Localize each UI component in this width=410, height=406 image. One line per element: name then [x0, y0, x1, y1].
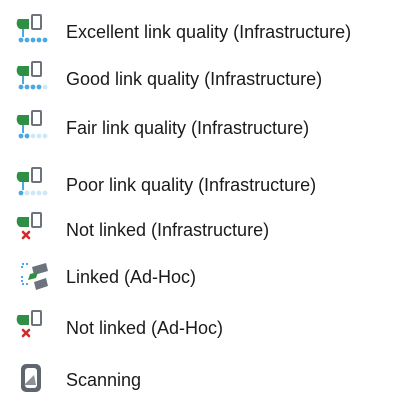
legend-label: Not linked (Ad-Hoc) — [66, 318, 224, 338]
legend-label: Good link quality (Infrastructure) — [66, 69, 323, 89]
legend-row-linked-ad-hoc: Linked (Ad-Hoc) — [0, 254, 410, 300]
legend-label: Linked (Ad-Hoc) — [66, 267, 197, 287]
legend-label: Not linked (Infrastructure) — [66, 220, 270, 240]
legend-label: Scanning — [66, 370, 142, 390]
linked-ad-hoc-icon — [12, 254, 52, 300]
scanning-icon — [12, 357, 52, 403]
good-link-quality-infrastructure-icon — [12, 56, 52, 102]
legend-row-good-link-quality-infrastructure: Good link quality (Infrastructure) — [0, 56, 410, 102]
legend-label: Fair link quality (Infrastructure) — [66, 118, 310, 138]
wireless-status-legend: Excellent link quality (Infrastructure) … — [0, 0, 410, 406]
legend-label: Excellent link quality (Infrastructure) — [66, 22, 352, 42]
legend-row-excellent-link-quality-infrastructure: Excellent link quality (Infrastructure) — [0, 9, 410, 55]
poor-link-quality-infrastructure-icon — [12, 162, 52, 208]
legend-row-scanning: Scanning — [0, 357, 410, 403]
not-linked-infrastructure-icon — [12, 207, 52, 253]
legend-label: Poor link quality (Infrastructure) — [66, 175, 317, 195]
legend-row-not-linked-ad-hoc: Not linked (Ad-Hoc) — [0, 305, 410, 351]
legend-row-poor-link-quality-infrastructure: Poor link quality (Infrastructure) — [0, 162, 410, 208]
excellent-link-quality-infrastructure-icon — [12, 9, 52, 55]
legend-row-not-linked-infrastructure: Not linked (Infrastructure) — [0, 207, 410, 253]
not-linked-ad-hoc-icon — [12, 305, 52, 351]
fair-link-quality-infrastructure-icon — [12, 105, 52, 151]
legend-row-fair-link-quality-infrastructure: Fair link quality (Infrastructure) — [0, 105, 410, 151]
